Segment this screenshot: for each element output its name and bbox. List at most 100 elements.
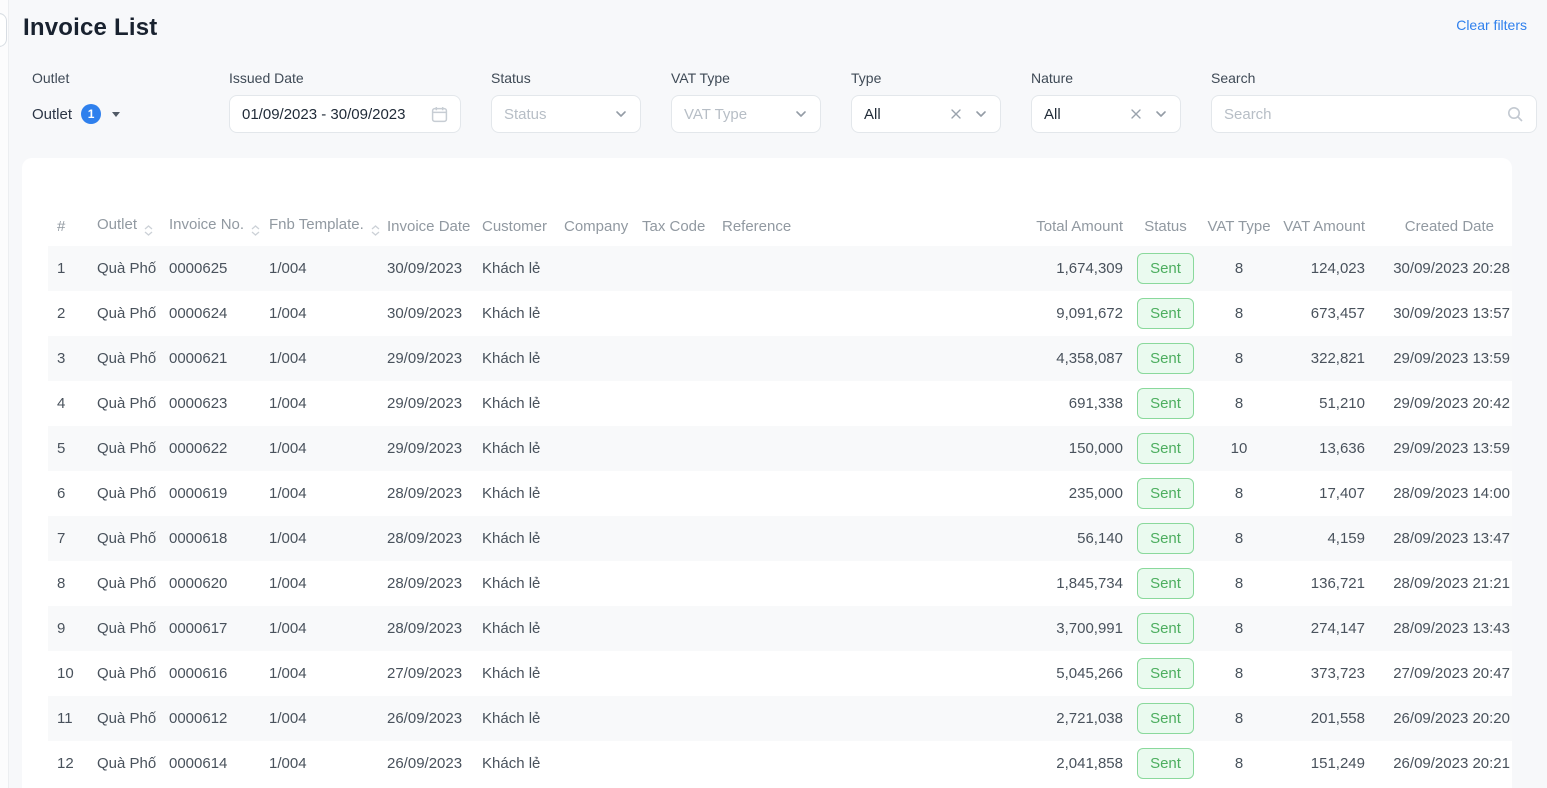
cell-vat-type: 8: [1197, 606, 1272, 651]
chevron-down-icon: [1154, 107, 1168, 121]
cell-outlet: Quà Phố: [88, 651, 160, 696]
status-badge: Sent: [1137, 613, 1194, 644]
type-select[interactable]: All: [851, 95, 1001, 133]
table-row[interactable]: 10 Quà Phố 0000616 1/004 27/09/2023 Khác…: [48, 651, 1512, 696]
vat-type-filter-label: VAT Type: [671, 70, 821, 86]
table-row[interactable]: 3 Quà Phố 0000621 1/004 29/09/2023 Khách…: [48, 336, 1512, 381]
clear-x-icon[interactable]: [950, 108, 962, 120]
issued-date-input[interactable]: 01/09/2023 - 30/09/2023: [229, 95, 461, 133]
cell-invoice-no: 0000624: [160, 291, 260, 336]
nature-select-value: All: [1044, 106, 1122, 123]
cell-tax-code: [633, 516, 713, 561]
cell-total-amount: 9,091,672: [1015, 291, 1125, 336]
table-row[interactable]: 11 Quà Phố 0000612 1/004 26/09/2023 Khác…: [48, 696, 1512, 741]
cell-tax-code: [633, 651, 713, 696]
sidebar-edge: [0, 0, 9, 788]
cell-vat-type: 8: [1197, 741, 1272, 786]
cell-company: [555, 651, 633, 696]
cell-reference: [713, 741, 1015, 786]
search-icon[interactable]: [1506, 105, 1524, 123]
cell-created-date: 28/09/2023 21:21: [1367, 561, 1512, 606]
cell-customer: Khách lẻ: [473, 561, 555, 606]
cell-vat-amount: 124,023: [1272, 246, 1367, 291]
col-header-outlet[interactable]: Outlet: [88, 206, 160, 246]
col-header-invoice-date: Invoice Date: [378, 206, 473, 246]
invoice-table-body: 1 Quà Phố 0000625 1/004 30/09/2023 Khách…: [48, 246, 1512, 786]
cell-total-amount: 150,000: [1015, 426, 1125, 471]
status-badge: Sent: [1137, 703, 1194, 734]
clear-filters-link[interactable]: Clear filters: [1456, 17, 1527, 33]
cell-fnb-template: 1/004: [260, 516, 378, 561]
type-filter-label: Type: [851, 70, 1001, 86]
table-row[interactable]: 7 Quà Phố 0000618 1/004 28/09/2023 Khách…: [48, 516, 1512, 561]
vat-type-select[interactable]: VAT Type: [671, 95, 821, 133]
col-header-fnb-template[interactable]: Fnb Template.: [260, 206, 378, 246]
cell-outlet: Quà Phố: [88, 606, 160, 651]
outlet-filter-label: Outlet: [32, 70, 199, 86]
cell-customer: Khách lẻ: [473, 246, 555, 291]
col-header-invoice-no[interactable]: Invoice No.: [160, 206, 260, 246]
table-row[interactable]: 1 Quà Phố 0000625 1/004 30/09/2023 Khách…: [48, 246, 1512, 291]
status-badge: Sent: [1137, 253, 1194, 284]
table-row[interactable]: 5 Quà Phố 0000622 1/004 29/09/2023 Khách…: [48, 426, 1512, 471]
cell-reference: [713, 246, 1015, 291]
cell-vat-amount: 17,407: [1272, 471, 1367, 516]
cell-index: 12: [48, 741, 88, 786]
cell-total-amount: 1,845,734: [1015, 561, 1125, 606]
cell-customer: Khách lẻ: [473, 291, 555, 336]
table-row[interactable]: 4 Quà Phố 0000623 1/004 29/09/2023 Khách…: [48, 381, 1512, 426]
status-badge: Sent: [1137, 388, 1194, 419]
issued-date-value: 01/09/2023 - 30/09/2023: [242, 106, 431, 123]
cell-fnb-template: 1/004: [260, 696, 378, 741]
sort-carets-icon: [251, 225, 260, 236]
cell-fnb-template: 1/004: [260, 426, 378, 471]
cell-reference: [713, 426, 1015, 471]
cell-reference: [713, 471, 1015, 516]
cell-index: 9: [48, 606, 88, 651]
table-row[interactable]: 12 Quà Phố 0000614 1/004 26/09/2023 Khác…: [48, 741, 1512, 786]
cell-status: Sent: [1125, 741, 1197, 786]
cell-index: 7: [48, 516, 88, 561]
col-header-total-amount: Total Amount: [1015, 206, 1125, 246]
outlet-dropdown[interactable]: Outlet 1: [32, 95, 199, 133]
vat-type-select-placeholder: VAT Type: [684, 106, 794, 123]
cell-tax-code: [633, 741, 713, 786]
status-badge: Sent: [1137, 523, 1194, 554]
cell-status: Sent: [1125, 471, 1197, 516]
table-row[interactable]: 2 Quà Phố 0000624 1/004 30/09/2023 Khách…: [48, 291, 1512, 336]
cell-reference: [713, 696, 1015, 741]
search-filter-label: Search: [1211, 70, 1537, 86]
nature-select[interactable]: All: [1031, 95, 1181, 133]
caret-down-icon: [112, 112, 120, 117]
cell-index: 1: [48, 246, 88, 291]
cell-tax-code: [633, 336, 713, 381]
cell-status: Sent: [1125, 606, 1197, 651]
table-row[interactable]: 9 Quà Phố 0000617 1/004 28/09/2023 Khách…: [48, 606, 1512, 651]
cell-created-date: 28/09/2023 13:47: [1367, 516, 1512, 561]
cell-company: [555, 561, 633, 606]
cell-outlet: Quà Phố: [88, 246, 160, 291]
cell-customer: Khách lẻ: [473, 741, 555, 786]
cell-tax-code: [633, 291, 713, 336]
table-row[interactable]: 8 Quà Phố 0000620 1/004 28/09/2023 Khách…: [48, 561, 1512, 606]
cell-total-amount: 235,000: [1015, 471, 1125, 516]
sidebar-toggle-button[interactable]: [0, 13, 7, 47]
search-input[interactable]: [1224, 106, 1506, 123]
cell-tax-code: [633, 246, 713, 291]
page-title: Invoice List: [23, 14, 157, 42]
cell-invoice-date: 28/09/2023: [378, 606, 473, 651]
cell-vat-type: 8: [1197, 381, 1272, 426]
status-select[interactable]: Status: [491, 95, 641, 133]
col-header-label: Invoice No.: [169, 216, 244, 233]
cell-outlet: Quà Phố: [88, 381, 160, 426]
cell-index: 11: [48, 696, 88, 741]
cell-created-date: 27/09/2023 20:47: [1367, 651, 1512, 696]
cell-customer: Khách lẻ: [473, 696, 555, 741]
cell-vat-amount: 373,723: [1272, 651, 1367, 696]
clear-x-icon[interactable]: [1130, 108, 1142, 120]
filter-outlet: Outlet Outlet 1: [32, 70, 199, 133]
cell-reference: [713, 381, 1015, 426]
cell-company: [555, 291, 633, 336]
table-row[interactable]: 6 Quà Phố 0000619 1/004 28/09/2023 Khách…: [48, 471, 1512, 516]
cell-invoice-no: 0000622: [160, 426, 260, 471]
